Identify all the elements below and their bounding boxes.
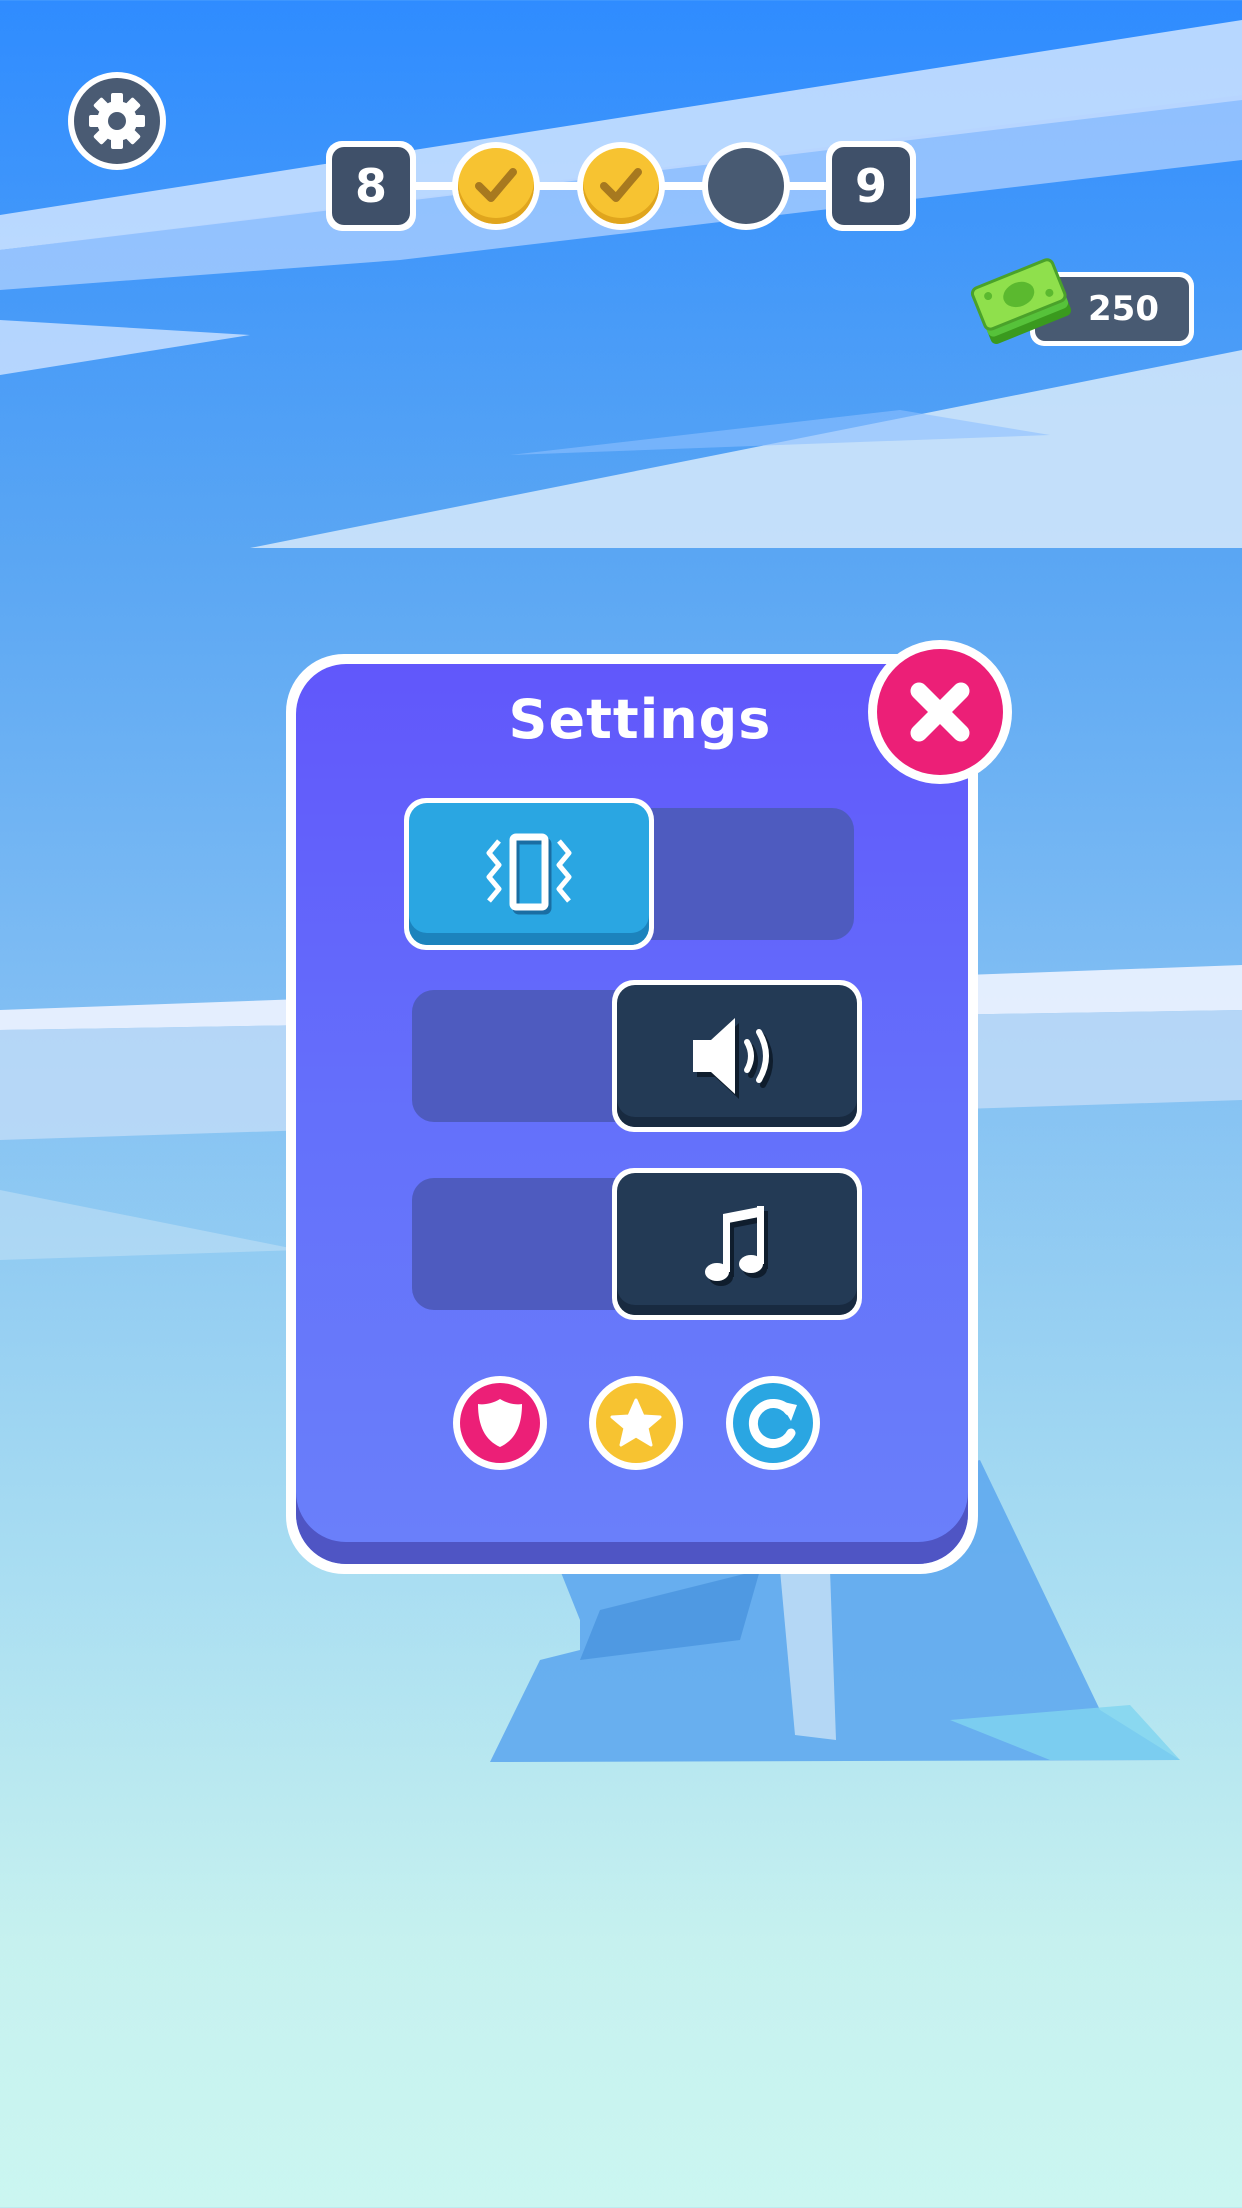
next-level-number: 9 [832,147,910,225]
next-level-box: 9 [826,141,916,231]
settings-title: Settings [508,688,772,751]
vibration-icon [486,833,572,915]
privacy-button[interactable] [453,1376,547,1470]
rate-button[interactable] [589,1376,683,1470]
music-note-icon [705,1206,768,1286]
restore-button[interactable] [726,1376,820,1470]
music-toggle[interactable] [612,1168,862,1320]
check-icon [600,168,642,202]
star-icon [610,1398,662,1447]
current-level-box: 8 [326,141,416,231]
settings-button[interactable] [68,72,166,170]
close-button[interactable] [868,640,1012,784]
cash-stack-icon [970,258,1072,344]
current-level-number: 8 [332,147,410,225]
sound-toggle[interactable] [612,980,862,1132]
vibration-toggle[interactable] [404,798,654,950]
restore-icon [748,1399,797,1448]
close-x-icon [910,682,970,742]
speaker-icon [693,1018,773,1099]
stage-dot-1 [452,142,540,230]
stage-dot-current [702,142,790,230]
shield-icon [478,1399,522,1447]
gear-icon [89,93,145,149]
stage-dot-2 [577,142,665,230]
check-icon [475,168,517,202]
